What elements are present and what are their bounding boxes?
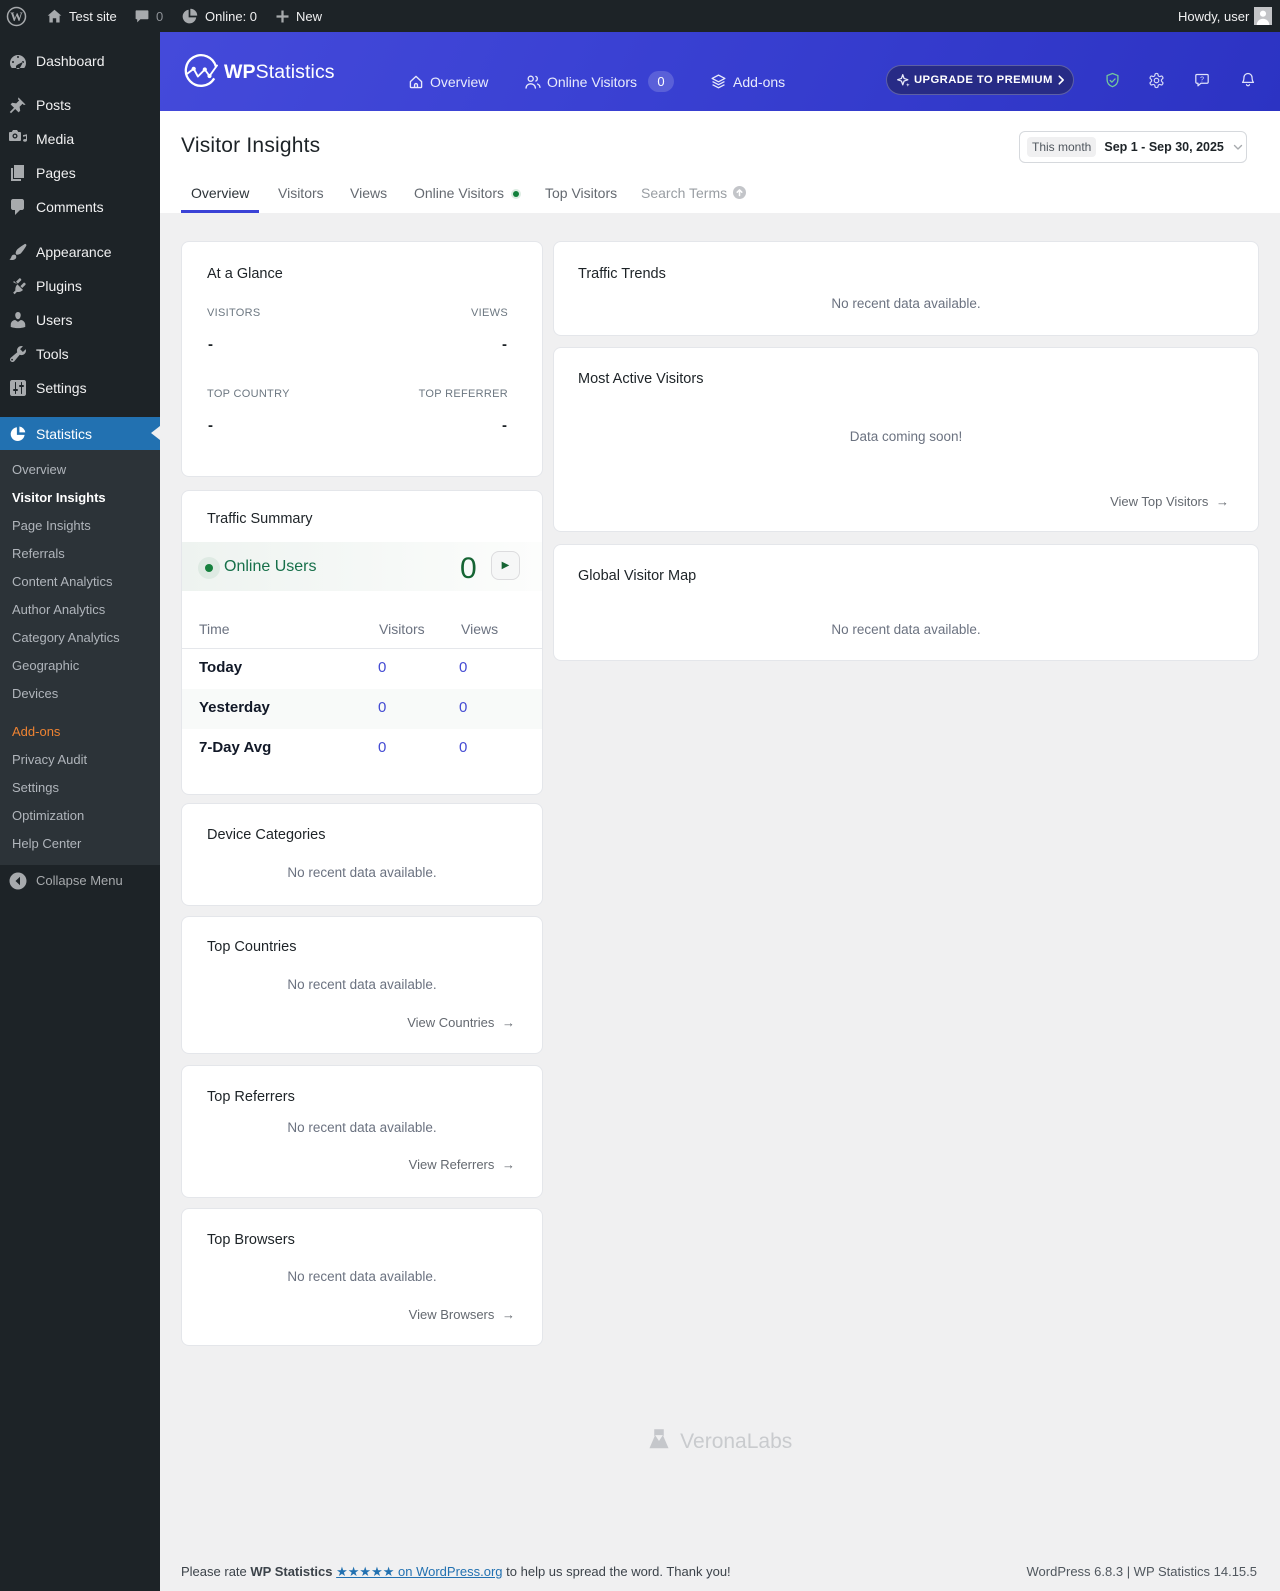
svg-text:?: ?: [1200, 77, 1204, 84]
svg-text:W: W: [10, 9, 23, 23]
